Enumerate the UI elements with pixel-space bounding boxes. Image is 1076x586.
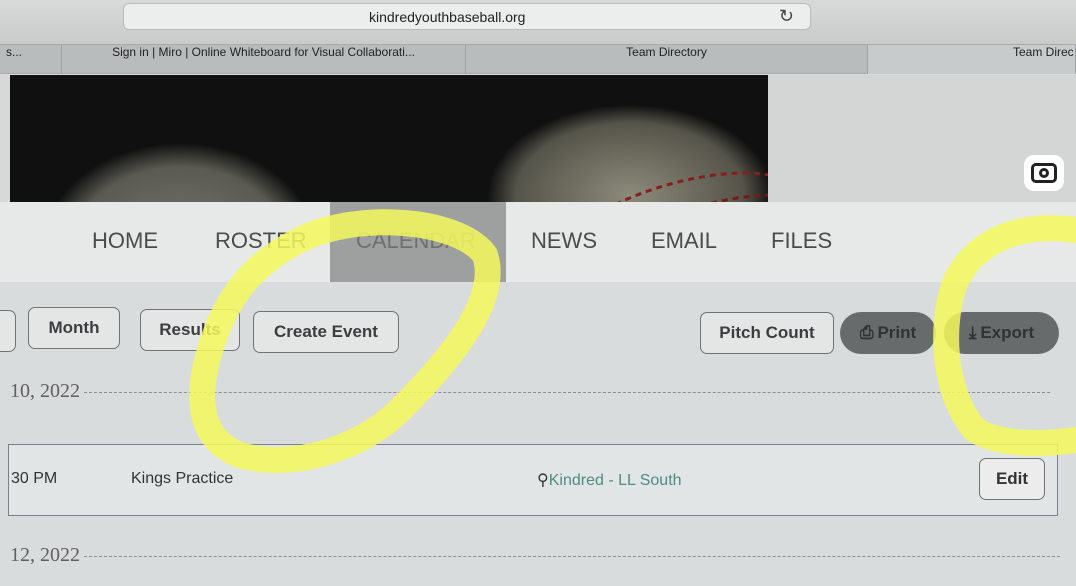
date-header: 10, 2022 <box>10 380 1050 403</box>
create-event-button[interactable]: Create Event <box>253 311 399 353</box>
date-divider <box>84 392 1050 393</box>
browser-tab-team-directory[interactable]: Team Directory <box>466 45 868 74</box>
event-time: 30 PM <box>11 470 58 487</box>
event-location-text: Kindred - LL South <box>548 472 682 489</box>
nav-roster[interactable]: ROSTER <box>215 228 307 254</box>
pitch-count-button[interactable]: Pitch Count <box>700 312 834 354</box>
edit-event-button[interactable]: Edit <box>979 458 1045 500</box>
export-button[interactable]: ⤓ Export <box>944 312 1059 354</box>
browser-tab[interactable]: s... <box>0 45 62 74</box>
banner-photo <box>10 75 768 202</box>
view-toggle-button[interactable] <box>0 310 16 352</box>
print-icon: ⎙ <box>859 323 874 342</box>
date-header-2: 12, 2022 <box>10 544 1060 567</box>
change-photo-button[interactable] <box>1024 155 1064 191</box>
print-label: Print <box>877 323 917 342</box>
browser-tab-miro[interactable]: Sign in | Miro | Online Whiteboard for V… <box>62 45 466 74</box>
event-name[interactable]: Kings Practice <box>131 470 233 488</box>
event-location-link[interactable]: ⚲Kindred - LL South <box>537 470 682 490</box>
browser-toolbar: kindredyouthbaseball.org ↻ <box>0 0 1076 44</box>
month-view-button[interactable]: Month <box>28 307 120 349</box>
nav-news[interactable]: NEWS <box>531 228 597 254</box>
results-button[interactable]: Results <box>140 309 240 351</box>
export-label: Export <box>980 323 1035 342</box>
nav-email[interactable]: EMAIL <box>651 228 717 254</box>
main-nav: HOME ROSTER CALENDAR NEWS EMAIL FILES <box>0 202 1076 282</box>
nav-calendar[interactable]: CALENDAR <box>356 228 476 254</box>
camera-icon <box>1031 163 1057 183</box>
print-button[interactable]: ⎙ Print <box>840 312 936 354</box>
date-label-2: 12, 2022 <box>10 544 80 566</box>
date-label: 10, 2022 <box>10 380 80 402</box>
nav-home[interactable]: HOME <box>92 228 158 254</box>
tab-strip: s... Sign in | Miro | Online Whiteboard … <box>0 44 1076 74</box>
map-marker-icon: ⚲ <box>537 472 549 489</box>
date-divider-2 <box>84 556 1060 557</box>
url-text: kindredyouthbaseball.org <box>369 9 526 25</box>
download-icon: ⤓ <box>968 323 977 342</box>
address-bar[interactable]: kindredyouthbaseball.org ↻ <box>123 3 811 30</box>
browser-tab-team-directory-active[interactable]: Team Direc <box>868 45 1076 74</box>
event-row[interactable]: 30 PM Kings Practice ⚲Kindred - LL South… <box>8 444 1058 516</box>
team-banner <box>0 75 1076 202</box>
reload-icon[interactable]: ↻ <box>779 6 794 27</box>
nav-files[interactable]: FILES <box>771 228 832 254</box>
